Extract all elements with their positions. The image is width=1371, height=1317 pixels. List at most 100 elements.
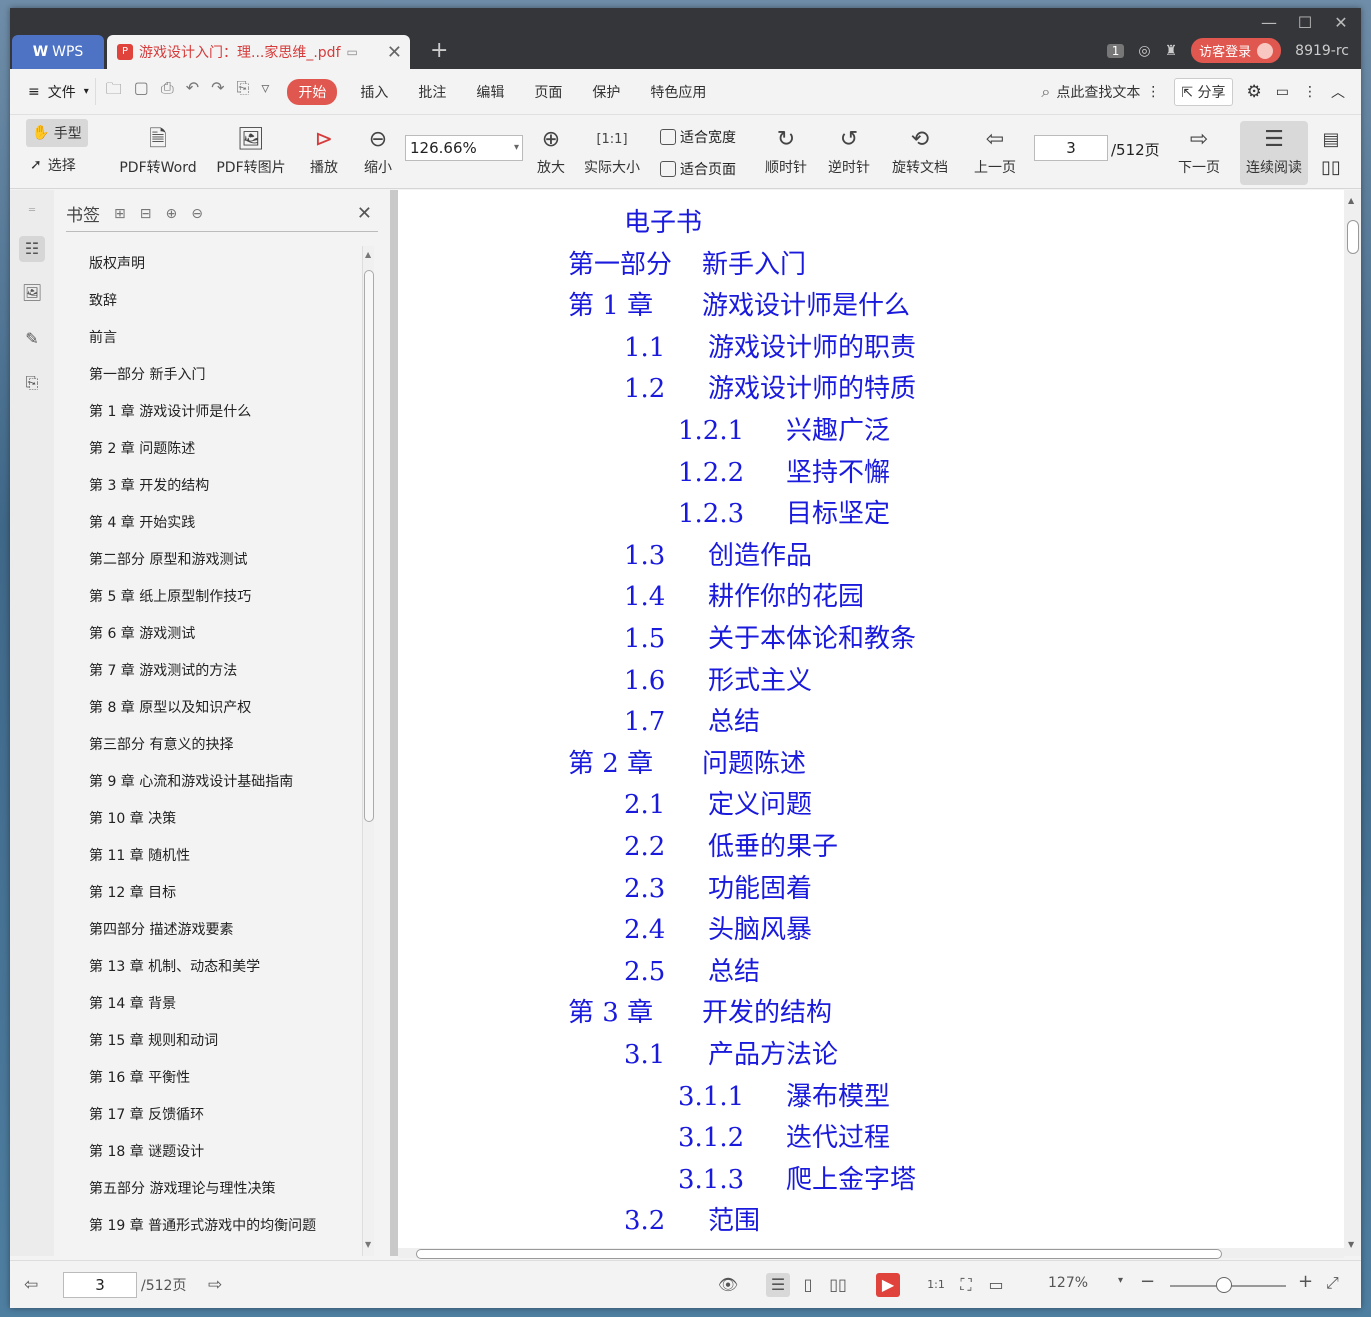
eye-protection-icon[interactable]: 👁 [716, 1273, 740, 1297]
bookmark-item[interactable]: 第 15 章 规则和动词 [66, 1023, 358, 1060]
fit-page-button[interactable]: 适合页面 [660, 159, 736, 179]
bookmark-item[interactable]: 第 3 章 开发的结构 [66, 468, 358, 505]
bookmark-scrollbar[interactable]: ▲ ▼ [362, 246, 374, 1256]
tab-page[interactable]: 页面 [519, 82, 577, 102]
tab-protect[interactable]: 保护 [577, 82, 635, 102]
bookmark-item[interactable]: 前言 [66, 320, 358, 357]
prev-page-button[interactable]: ⇦ 上一页 [970, 125, 1020, 177]
bookmark-item[interactable]: 第 11 章 随机性 [66, 838, 358, 875]
bookmark-item[interactable]: 第 7 章 游戏测试的方法 [66, 653, 358, 690]
bookmark-item[interactable]: 致辞 [66, 283, 358, 320]
bookmark-list-icon[interactable]: ☷ [19, 236, 45, 262]
minimize-icon[interactable]: — [1254, 12, 1284, 34]
tab-annotate[interactable]: 批注 [403, 82, 461, 102]
two-page-view-button[interactable]: ▯▯ [1318, 157, 1344, 178]
maximize-icon[interactable]: ☐ [1290, 12, 1320, 34]
bookmark-item[interactable]: 第 6 章 游戏测试 [66, 616, 358, 653]
scroll-down-icon[interactable]: ▼ [365, 1240, 371, 1249]
scroll-up-icon[interactable]: ▲ [365, 250, 371, 259]
tab-insert[interactable]: 插入 [345, 82, 403, 102]
rotate-counterclockwise-button[interactable]: ↺ 逆时针 [825, 125, 873, 177]
undo-icon[interactable]: ↶ [186, 78, 199, 105]
redo-icon[interactable]: ↷ [211, 78, 224, 105]
wps-home-tab[interactable]: W WPS [12, 35, 104, 69]
bookmark-item[interactable]: 第二部分 原型和游戏测试 [66, 542, 358, 579]
bookmark-item[interactable]: 第 4 章 开始实践 [66, 505, 358, 542]
tab-edit[interactable]: 编辑 [461, 82, 519, 102]
annotation-icon[interactable]: ✎ [19, 326, 45, 352]
shirt-icon[interactable]: ♜ [1165, 43, 1178, 59]
single-page-icon[interactable]: ▯ [796, 1273, 820, 1297]
pdf-to-word-button[interactable]: 🗎 PDF转Word [112, 125, 204, 177]
single-page-view-button[interactable]: ▤ [1318, 125, 1344, 155]
bookmark-item[interactable]: 第 17 章 反馈循环 [66, 1097, 358, 1134]
prev-page-icon[interactable]: ⇦ [24, 1275, 38, 1295]
monitor-icon[interactable]: ▭ [347, 45, 358, 59]
zoom-slider-knob[interactable] [1216, 1277, 1232, 1293]
zoom-select[interactable]: 126.66% ▾ [405, 135, 523, 161]
comment-icon[interactable]: ▭ [1276, 84, 1289, 100]
bookmark-item[interactable]: 版权声明 [66, 246, 358, 283]
window-count-badge[interactable]: 1 [1106, 43, 1125, 58]
status-page-input[interactable]: 3 [63, 1272, 137, 1298]
bookmark-item[interactable]: 第 13 章 机制、动态和美学 [66, 949, 358, 986]
continuous-read-button[interactable]: ☰ 连续阅读 [1240, 121, 1308, 185]
print-icon[interactable]: ⎙ [161, 78, 174, 105]
pdf-page[interactable]: 电子书 第一部分 新手入门第 1 章 游戏设计师是什么 1.1 游戏设计师的职责 1.2 游戏… [398, 190, 1344, 1248]
open-folder-icon[interactable]: 🗀 [106, 78, 122, 105]
hand-tool-button[interactable]: ✋ 手型 [26, 119, 88, 147]
zoom-out-button[interactable]: ⊖ 缩小 [360, 125, 396, 177]
skin-icon[interactable]: ◎ [1138, 43, 1150, 59]
close-icon[interactable]: ✕ [357, 203, 372, 224]
pdf-to-image-button[interactable]: 🖼 PDF转图片 [213, 125, 289, 177]
fit-width-icon[interactable]: ▭ [984, 1273, 1008, 1297]
add-tab-button[interactable]: + [430, 38, 448, 63]
gear-icon[interactable]: ⚙ [1247, 82, 1262, 102]
play-icon[interactable]: ▶ [876, 1273, 900, 1297]
zoom-dropdown-icon[interactable]: ▾ [1118, 1275, 1123, 1286]
zoom-minus-icon[interactable]: − [1140, 1271, 1155, 1292]
dual-page-icon[interactable]: ▯▯ [826, 1273, 850, 1297]
export-icon[interactable]: ⎘ [237, 78, 250, 105]
bookmark-item[interactable]: 第五部分 游戏理论与理性决策 [66, 1171, 358, 1208]
search-text-button[interactable]: ⌕ 点此查找文本 ⋮ [1041, 82, 1160, 102]
vertical-scrollbar[interactable]: ▲ ▼ [1344, 190, 1361, 1256]
bookmark-item[interactable]: 第 1 章 游戏设计师是什么 [66, 394, 358, 431]
actual-size-icon[interactable]: 1:1 [924, 1273, 948, 1297]
bookmark-item[interactable]: 第 5 章 纸上原型制作技巧 [66, 579, 358, 616]
horizontal-scroll-thumb[interactable] [416, 1249, 1222, 1259]
delete-bookmark-icon[interactable]: ⊖ [191, 206, 203, 222]
tab-special-apps[interactable]: 特色应用 [635, 82, 721, 102]
guest-login-button[interactable]: 访客登录 [1191, 38, 1282, 63]
rotate-document-button[interactable]: ⟲ 旋转文档 [888, 125, 952, 177]
bookmark-item[interactable]: 第 14 章 背景 [66, 986, 358, 1023]
collapse-all-icon[interactable]: ⊟ [140, 206, 152, 222]
save-icon[interactable]: ▢ [134, 78, 149, 105]
file-menu[interactable]: ≡ 文件 ▾ [10, 82, 89, 102]
bookmark-item[interactable]: 第三部分 有意义的抉择 [66, 727, 358, 764]
fit-page-icon[interactable]: ⛶ [954, 1273, 978, 1297]
bookmark-item[interactable]: 第 16 章 平衡性 [66, 1060, 358, 1097]
bookmark-item[interactable]: 第一部分 新手入门 [66, 357, 358, 394]
zoom-in-button[interactable]: ⊕ 放大 [533, 125, 569, 177]
document-tab[interactable]: P 游戏设计入门：理...家思维_.pdf ▭ ✕ [107, 35, 410, 69]
page-number-input[interactable]: 3 [1034, 135, 1108, 161]
more-dropdown-icon[interactable]: ▿ [261, 78, 269, 105]
bookmark-item[interactable]: 第 9 章 心流和游戏设计基础指南 [66, 764, 358, 801]
actual-size-button[interactable]: [1:1] 实际大小 [580, 125, 644, 177]
continuous-view-icon[interactable]: ☰ [766, 1273, 790, 1297]
scroll-up-icon[interactable]: ▲ [1348, 196, 1354, 205]
next-page-icon[interactable]: ⇨ [208, 1275, 222, 1295]
bookmark-item[interactable]: 第 8 章 原型以及知识产权 [66, 690, 358, 727]
scroll-down-icon[interactable]: ▼ [1348, 1240, 1354, 1249]
horizontal-scrollbar[interactable] [398, 1248, 1344, 1259]
close-tab-icon[interactable]: ✕ [387, 42, 402, 63]
select-tool-button[interactable]: ➚ 选择 [30, 155, 76, 175]
bookmark-item[interactable]: 第 12 章 目标 [66, 875, 358, 912]
vertical-scroll-thumb[interactable] [1347, 220, 1359, 254]
bookmark-item[interactable]: 第四部分 描述游戏要素 [66, 912, 358, 949]
thumbnail-icon[interactable]: 🖼 [19, 280, 45, 306]
bookmark-scroll-thumb[interactable] [364, 270, 374, 822]
collapse-ribbon-icon[interactable]: ︿ [1331, 82, 1345, 102]
fit-width-button[interactable]: 适合宽度 [660, 127, 736, 147]
